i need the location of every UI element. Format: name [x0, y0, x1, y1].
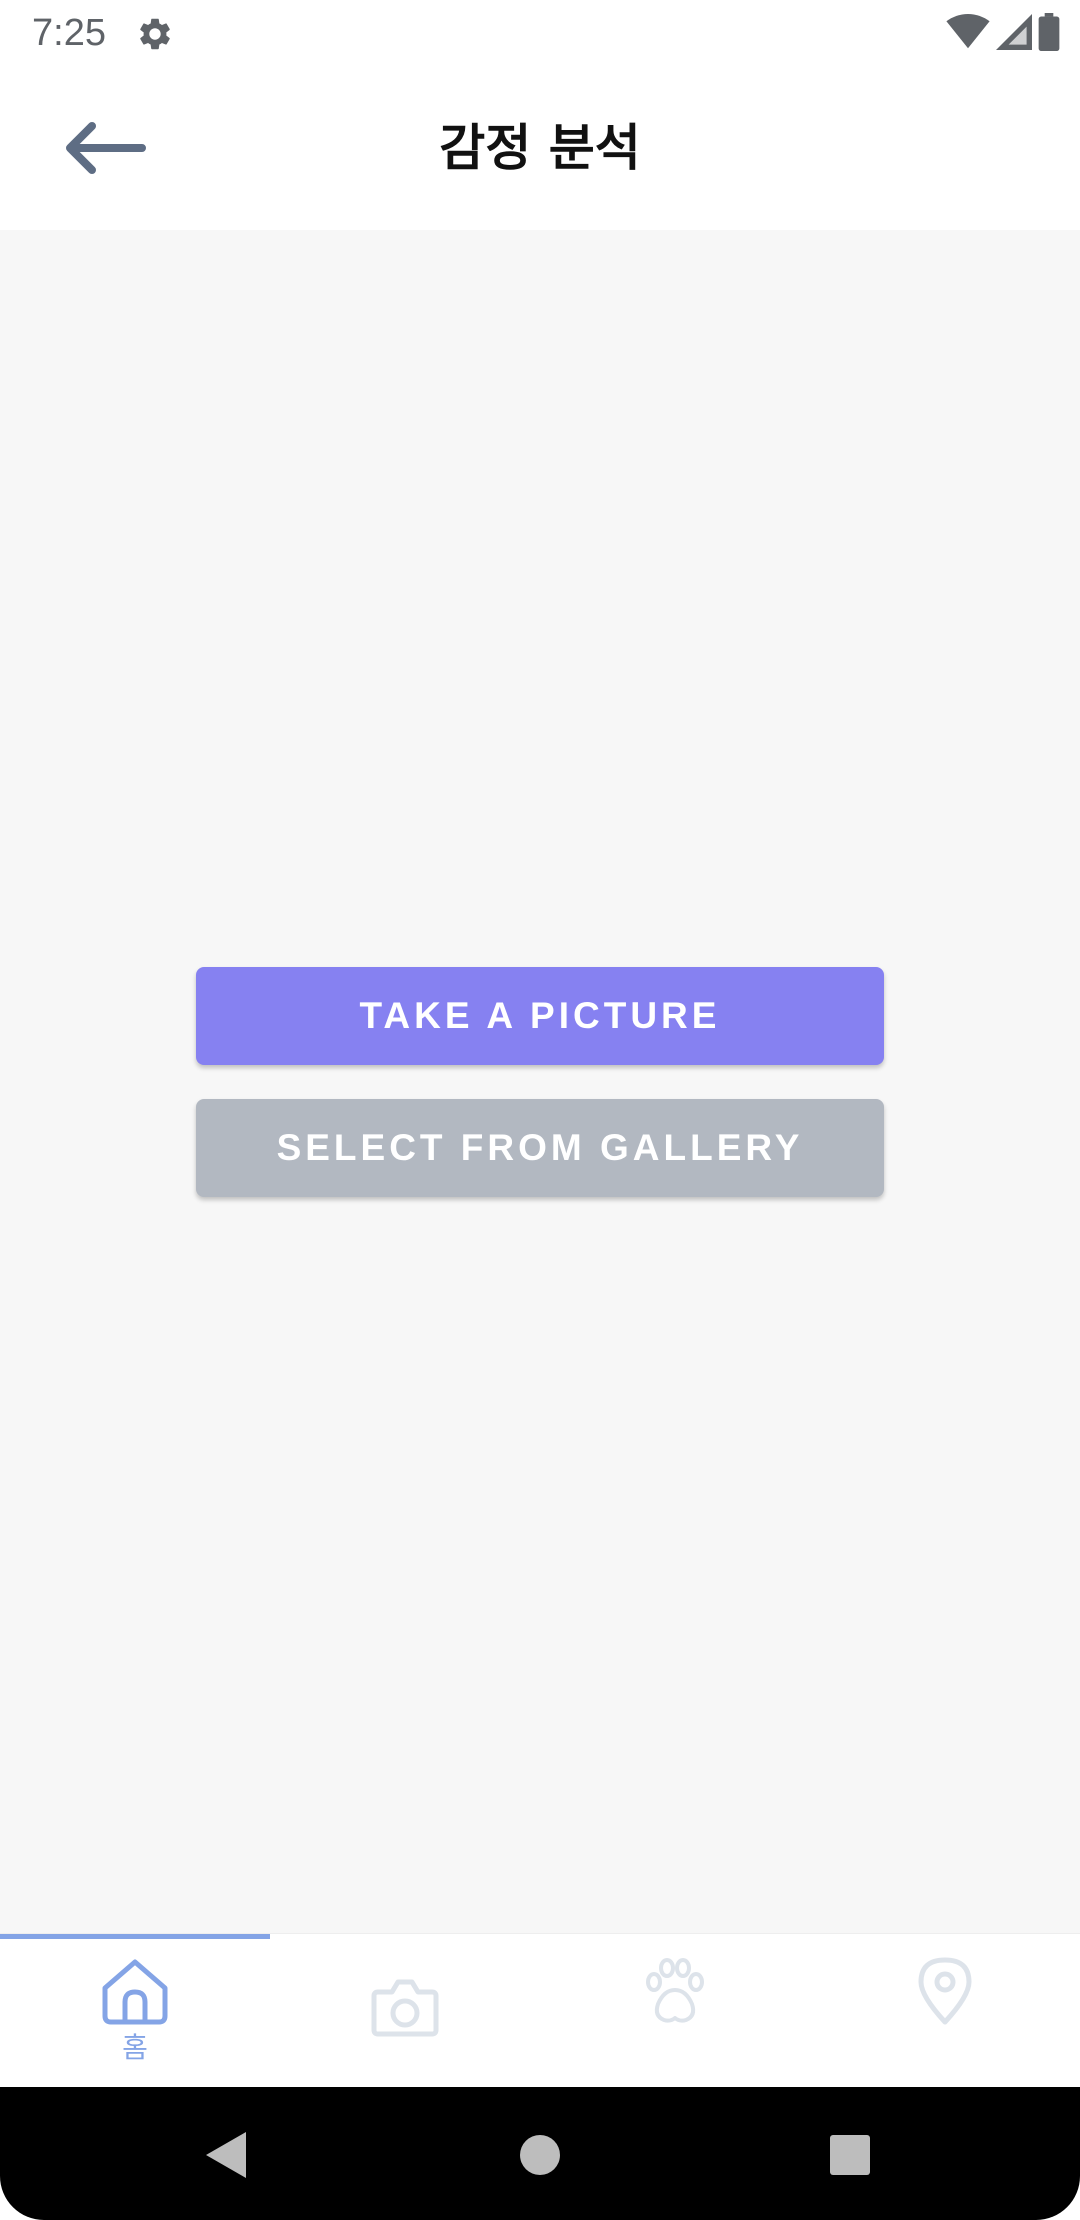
camera-icon: [370, 1950, 440, 2044]
recents-square-icon: [829, 2134, 871, 2180]
nav-item-location[interactable]: [810, 1934, 1080, 2088]
select-from-gallery-button[interactable]: SELECT FROM GALLERY: [196, 1099, 884, 1197]
status-time: 7:25: [32, 12, 106, 54]
nav-item-home[interactable]: 홈: [0, 1934, 270, 2088]
system-home-button[interactable]: [500, 2117, 580, 2197]
status-bar: 7:25: [0, 0, 1080, 66]
app-bar: 감정 분석: [0, 66, 1080, 230]
signal-icon: [996, 14, 1032, 54]
paw-icon: [640, 1934, 710, 2030]
system-back-button[interactable]: [186, 2117, 266, 2197]
gear-icon: [136, 15, 174, 53]
wifi-icon: [946, 14, 990, 54]
home-circle-icon: [519, 2134, 561, 2180]
nav-item-camera[interactable]: [270, 1934, 540, 2088]
nav-item-pets[interactable]: [540, 1934, 810, 2088]
main-content: TAKE A PICTURE SELECT FROM GALLERY: [0, 230, 1080, 1933]
back-triangle-icon: [202, 2130, 250, 2184]
page-title: 감정 분석: [439, 119, 641, 177]
nav-label-home: 홈: [122, 2031, 148, 2064]
system-navigation-bar: [0, 2087, 1080, 2220]
system-recents-button[interactable]: [810, 2117, 890, 2197]
map-pin-icon: [915, 1934, 975, 2030]
take-picture-button[interactable]: TAKE A PICTURE: [196, 967, 884, 1065]
status-icons: [946, 13, 1060, 55]
home-icon: [99, 1934, 171, 2030]
battery-icon: [1038, 13, 1060, 55]
bottom-navigation: 홈: [0, 1933, 1080, 2088]
